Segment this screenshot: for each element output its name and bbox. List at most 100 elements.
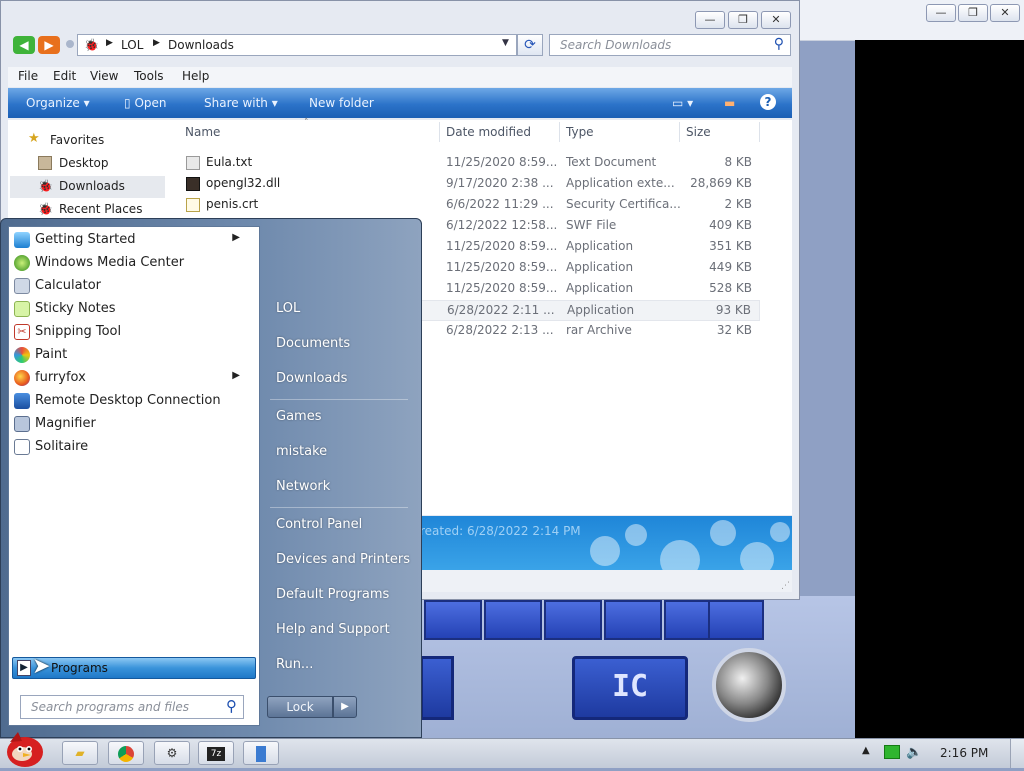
mouse-cursor-icon: ➤ <box>32 654 51 679</box>
menu-file[interactable]: File <box>18 69 38 83</box>
file-row[interactable]: opengl32.dll 9/17/2020 2:38 ... Applicat… <box>176 174 760 195</box>
nav-desktop[interactable]: Desktop <box>10 154 160 174</box>
breadcrumb-downloads[interactable]: Downloads <box>168 38 234 52</box>
column-divider[interactable] <box>559 122 560 142</box>
organize-button[interactable]: Organize ▾ <box>26 96 90 110</box>
search-input[interactable]: Search Downloads ⚲ <box>549 34 791 56</box>
volume-icon[interactable]: 🔈 <box>906 745 922 760</box>
clock[interactable]: 2:16 PM <box>940 746 988 760</box>
menu-help[interactable]: Help <box>182 69 209 83</box>
taskbar-app-icon[interactable]: ⚙ <box>154 741 190 765</box>
game-button[interactable] <box>420 656 454 720</box>
program-sticky-notes[interactable]: Sticky Notes <box>10 298 250 320</box>
start-link-mistake[interactable]: mistake <box>276 444 327 459</box>
column-divider[interactable] <box>679 122 680 142</box>
open-button[interactable]: ▯ Open <box>124 96 167 110</box>
network-icon[interactable] <box>884 745 900 759</box>
back-icon[interactable]: ◀ <box>13 36 35 54</box>
help-icon[interactable]: ? <box>760 94 776 110</box>
start-link-default-programs[interactable]: Default Programs <box>276 587 389 602</box>
folder-icon: ▰ <box>75 746 85 760</box>
taskbar-explorer-icon[interactable]: ▰ <box>62 741 98 765</box>
breadcrumb-lol[interactable]: LOL <box>121 38 143 52</box>
media-center-icon <box>14 255 30 271</box>
game-tile <box>708 600 764 640</box>
column-divider[interactable] <box>759 122 760 142</box>
details-created: reated: 6/28/2022 2:14 PM <box>420 524 581 538</box>
refresh-icon[interactable]: ⟳ <box>517 34 543 56</box>
game-ic-button[interactable]: IC <box>572 656 688 720</box>
col-size[interactable]: Size <box>686 125 711 139</box>
program-remote-desktop[interactable]: Remote Desktop Connection <box>10 390 250 412</box>
address-bar[interactable]: 🐞 ▶ LOL ▶ Downloads ▼ <box>77 34 517 56</box>
bg-close-button[interactable]: ✕ <box>990 4 1020 22</box>
restore-button[interactable]: ❐ <box>728 11 758 29</box>
chevron-right-icon[interactable]: ▶ <box>106 38 113 48</box>
game-tile <box>544 600 602 640</box>
nav-recent-places[interactable]: 🐞 Recent Places <box>10 200 160 220</box>
start-button-icon[interactable] <box>2 728 48 768</box>
view-options-icon[interactable]: ▭ ▾ <box>672 96 693 110</box>
program-calculator[interactable]: Calculator <box>10 275 250 297</box>
file-row[interactable]: penis.crt 6/6/2022 11:29 ... Security Ce… <box>176 195 760 216</box>
forward-icon[interactable]: ▶ <box>38 36 60 54</box>
bg-restore-button[interactable]: ❐ <box>958 4 988 22</box>
show-desktop-button[interactable] <box>1010 739 1024 768</box>
program-solitaire[interactable]: Solitaire <box>10 436 250 458</box>
close-button[interactable]: ✕ <box>761 11 791 29</box>
search-icon[interactable]: ⚲ <box>226 697 237 715</box>
menu-edit[interactable]: Edit <box>53 69 76 83</box>
chevron-right-icon[interactable]: ▶ <box>153 38 160 48</box>
program-paint[interactable]: Paint <box>10 344 250 366</box>
getting-started-icon <box>14 232 30 248</box>
command-bar: Organize ▾ ▯ Open Share with ▾ New folde… <box>8 88 792 118</box>
recent-pages-icon[interactable] <box>66 40 74 48</box>
resize-grip-icon[interactable]: ⋰ <box>781 581 790 591</box>
nav-favorites[interactable]: ★ Favorites <box>10 131 160 151</box>
start-link-devices-printers[interactable]: Devices and Printers <box>276 552 410 567</box>
col-date[interactable]: Date modified <box>446 125 531 139</box>
decorative-bubble <box>710 520 736 546</box>
shutdown-options-icon[interactable]: ▶ <box>333 696 357 718</box>
start-link-help-support[interactable]: Help and Support <box>276 622 390 637</box>
status-bar: ⋰ <box>420 570 792 592</box>
new-folder-button[interactable]: New folder <box>309 96 374 110</box>
start-link-documents[interactable]: Documents <box>276 336 350 351</box>
taskbar-chrome-icon[interactable] <box>108 741 144 765</box>
bg-minimize-button[interactable]: — <box>926 4 956 22</box>
menu-tools[interactable]: Tools <box>134 69 164 83</box>
start-link-network[interactable]: Network <box>276 479 330 494</box>
search-icon[interactable]: ⚲ <box>774 36 784 52</box>
start-link-run[interactable]: Run... <box>276 657 313 672</box>
column-divider[interactable] <box>439 122 440 142</box>
minimize-button[interactable]: — <box>695 11 725 29</box>
submenu-arrow-icon: ▶ <box>232 232 240 243</box>
address-dropdown-icon[interactable]: ▼ <box>502 38 509 48</box>
share-with-button[interactable]: Share with ▾ <box>204 96 278 110</box>
certificate-file-icon <box>186 198 200 212</box>
program-furryfox[interactable]: furryfox ▶ <box>10 367 250 389</box>
show-hidden-icons-icon[interactable]: ▲ <box>862 745 870 756</box>
nav-downloads[interactable]: 🐞 Downloads <box>10 176 165 198</box>
preview-pane-icon[interactable]: ▬ <box>724 96 735 110</box>
taskbar-window-icon[interactable] <box>243 741 279 765</box>
lock-button[interactable]: Lock <box>267 696 333 718</box>
start-search-input[interactable]: Search programs and files ⚲ <box>20 695 244 719</box>
program-getting-started[interactable]: Getting Started ▶ <box>10 229 250 251</box>
program-snipping-tool[interactable]: ✂ Snipping Tool <box>10 321 250 343</box>
start-link-control-panel[interactable]: Control Panel <box>276 517 362 532</box>
program-windows-media-center[interactable]: Windows Media Center <box>10 252 250 274</box>
game-orb-icon[interactable] <box>712 648 786 722</box>
col-type[interactable]: Type <box>566 125 594 139</box>
start-link-games[interactable]: Games <box>276 409 321 424</box>
decorative-bubble <box>770 522 790 542</box>
start-link-downloads[interactable]: Downloads <box>276 371 347 386</box>
menu-view[interactable]: View <box>90 69 118 83</box>
col-name[interactable]: Name <box>185 125 220 139</box>
start-link-lol[interactable]: LOL <box>276 301 300 316</box>
program-magnifier[interactable]: Magnifier <box>10 413 250 435</box>
taskbar-7zip-icon[interactable]: 7z <box>198 741 234 765</box>
file-row[interactable]: Eula.txt 11/25/2020 8:59... Text Documen… <box>176 153 760 174</box>
scissors-icon: ✂ <box>14 324 30 340</box>
details-pane: reated: 6/28/2022 2:14 PM <box>420 516 792 570</box>
